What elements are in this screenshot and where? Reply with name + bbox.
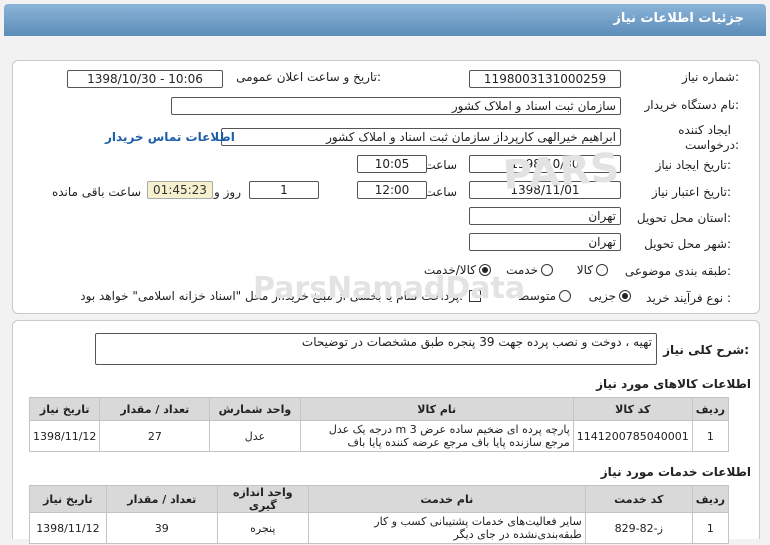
created-date-label: تاریخ ایجاد نیاز: [655, 158, 731, 172]
validity-date-label: تاریخ اعتبار نیاز: [651, 185, 731, 199]
goods-table: ردیف کد کالا نام کالا واحد شمارش تعداد /… [28, 397, 730, 452]
province-field[interactable]: تهران [469, 207, 621, 225]
process-medium-label: متوسط [518, 289, 556, 303]
cell-code: ز-82-829 [584, 512, 693, 544]
services-table: ردیف کد خدمت نام خدمت واحد اندازه گیری ت… [29, 485, 730, 544]
cell-row: 1 [691, 512, 730, 544]
city-label: شهر محل تحویل: [644, 237, 731, 251]
table-row[interactable]: 1 1141200785040001 پارچه پرده ای ضخیم سا… [28, 420, 730, 452]
days-field[interactable]: 1 [249, 181, 319, 199]
description-field[interactable]: تهیه ، دوخت و نصب پرده جهت 39 پنجره طبق … [95, 333, 657, 365]
col-code: کد خدمت [584, 485, 693, 513]
validity-time-field[interactable]: 12:00 [357, 181, 427, 199]
validity-date-field[interactable]: 1398/11/01 [469, 181, 621, 199]
cell-row: 1 [691, 420, 730, 452]
cell-date: 1398/11/12 [29, 512, 107, 544]
buyer-org-label: نام دستگاه خریدار: [644, 98, 740, 112]
created-date-field[interactable]: 1398/10/30 [469, 155, 621, 173]
buyer-contact-link[interactable]: اطلاعات تماس خریدار [105, 130, 235, 144]
need-info-panel: شماره نیاز: 1198003131000259 تاریخ و ساع… [12, 60, 760, 314]
need-number-field[interactable]: 1198003131000259 [469, 70, 621, 88]
creator-field[interactable]: ابراهیم خیرالهی کارپرداز سازمان ثبت اسنا… [221, 128, 621, 146]
remaining-time-field: 01:45:23 [147, 181, 213, 199]
col-unit: واحد شمارش [209, 397, 301, 421]
page-title: جزئیات اطلاعات نیاز [613, 11, 744, 26]
process-medium-radio[interactable] [559, 290, 571, 302]
province-label: استان محل تحویل: [636, 211, 731, 225]
col-date: تاریخ نیاز [29, 485, 107, 513]
cell-qty: 27 [99, 420, 211, 452]
col-qty: تعداد / مقدار [99, 397, 211, 421]
category-service-radio[interactable] [541, 264, 553, 276]
treasury-payment-checkbox[interactable] [469, 290, 481, 302]
created-time-field[interactable]: 10:05 [357, 155, 427, 173]
payment-note: پرداخت تمام یا بخشی از مبلغ خرید،از محل … [80, 289, 463, 303]
services-section-title: اطلاعات خدمات مورد نیاز [600, 465, 751, 479]
days-label: روز و [214, 185, 241, 199]
col-row: ردیف [691, 397, 730, 421]
details-panel: شرح کلی نیاز: تهیه ، دوخت و نصب پرده جهت… [12, 320, 760, 544]
col-row: ردیف [691, 485, 730, 513]
buyer-org-field[interactable]: سازمان ثبت اسناد و املاک کشور [171, 97, 621, 115]
col-date: تاریخ نیاز [28, 397, 101, 421]
city-field[interactable]: تهران [469, 233, 621, 251]
table-row[interactable]: 1 ز-82-829 سایر فعالیت‌های خدمات پشتیبان… [29, 512, 730, 544]
creator-label-2: درخواست: [685, 138, 739, 152]
cell-code: 1141200785040001 [572, 420, 693, 452]
category-service-label: خدمت [506, 263, 538, 277]
cell-date: 1398/11/12 [28, 420, 101, 452]
process-minor-radio[interactable] [619, 290, 631, 302]
category-goods-label: کالا [576, 263, 593, 277]
goods-section-title: اطلاعات کالاهای مورد نیاز [596, 377, 751, 391]
col-name: نام کالا [299, 397, 574, 421]
category-goods-service-radio[interactable] [479, 264, 491, 276]
category-goods-radio[interactable] [596, 264, 608, 276]
need-number-label: شماره نیاز: [681, 70, 739, 84]
col-qty: تعداد / مقدار [105, 485, 218, 513]
created-time-label: ساعت [424, 158, 457, 172]
page-header: جزئیات اطلاعات نیاز [4, 4, 766, 36]
col-name: نام خدمت [307, 485, 586, 513]
col-code: کد کالا [572, 397, 693, 421]
process-minor-label: جزیی [588, 289, 616, 303]
creator-label-1: ایجاد کننده [678, 123, 731, 137]
col-unit: واحد اندازه گیری [216, 485, 309, 513]
remaining-label: ساعت باقی مانده [51, 185, 141, 199]
cell-unit: عدل [209, 420, 301, 452]
description-label: شرح کلی نیاز: [663, 343, 749, 357]
cell-qty: 39 [105, 512, 218, 544]
process-label: نوع فرآیند خرید : [646, 291, 731, 305]
announce-datetime-field[interactable]: 1398/10/30 - 10:06 [67, 70, 223, 88]
category-label: طبقه بندی موضوعی: [624, 264, 731, 278]
cell-name: پارچه پرده ای ضخیم ساده عرض 3 m درجه یک … [299, 420, 574, 452]
category-goods-service-label: کالا/خدمت [423, 263, 476, 277]
announce-label: تاریخ و ساعت اعلان عمومی: [236, 70, 381, 84]
cell-name: سایر فعالیت‌های خدمات پشتیبانی کسب و کار… [307, 512, 586, 544]
validity-time-label: ساعت [424, 185, 457, 199]
cell-unit: پنجره [216, 512, 309, 544]
